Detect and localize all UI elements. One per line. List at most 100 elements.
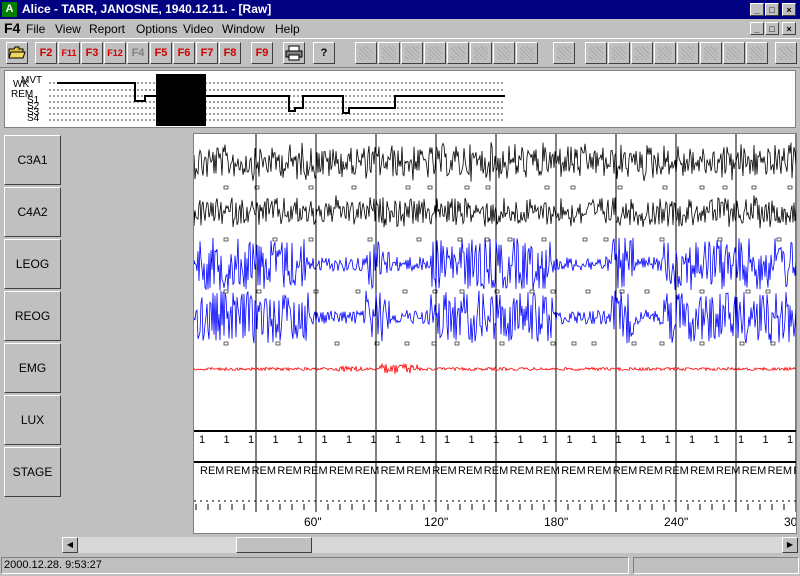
lux-value: 1	[493, 434, 499, 446]
minimize-icon[interactable]: _	[750, 3, 764, 16]
event-marker	[256, 289, 262, 294]
menu-file[interactable]: File	[26, 22, 45, 36]
toolbar-empty-button[interactable]	[355, 42, 377, 64]
toolbar-empty-button[interactable]	[746, 42, 768, 64]
toolbar-empty-button[interactable]	[470, 42, 492, 64]
f4-button[interactable]: F4	[127, 42, 149, 64]
signal-display[interactable]: 1 1 1 1 1 1 1 1 1 1 1 1 1 1 1 1 1 1 1 1 1 1 1 1 1 REM REM REM REM REM…	[193, 133, 797, 534]
lux-value: 1	[591, 434, 597, 446]
stage-value: REM	[690, 465, 714, 477]
scroll-right-icon[interactable]: ▶	[782, 537, 798, 553]
toolbar-empty-button[interactable]	[401, 42, 423, 64]
stage-value: REM	[535, 465, 559, 477]
menu-video[interactable]: Video	[183, 22, 213, 36]
stage-value: REM	[355, 465, 379, 477]
event-marker	[570, 185, 576, 190]
lux-value: 1	[199, 434, 205, 446]
event-marker	[427, 185, 433, 190]
open-button[interactable]	[6, 42, 28, 64]
time-label: 300"	[784, 515, 796, 529]
f9-button[interactable]: F9	[251, 42, 273, 64]
menu-report[interactable]: Report	[89, 22, 125, 36]
event-marker	[787, 185, 793, 190]
lux-value: 1	[738, 434, 744, 446]
stage-value: REM	[742, 465, 766, 477]
toolbar-empty-button[interactable]	[677, 42, 699, 64]
f3-button[interactable]: F3	[81, 42, 103, 64]
f12-button[interactable]: F12	[104, 42, 126, 64]
scroll-thumb[interactable]	[236, 537, 312, 553]
event-marker	[617, 185, 623, 190]
event-marker	[550, 289, 556, 294]
menu-f4-label[interactable]: F4	[4, 20, 20, 36]
stage-value: REM	[639, 465, 663, 477]
event-marker	[659, 237, 665, 242]
horizontal-scrollbar[interactable]: ◀ ▶	[62, 537, 798, 553]
toolbar-empty-button[interactable]	[424, 42, 446, 64]
toolbar-empty-button[interactable]	[723, 42, 745, 64]
lux-value: 1	[787, 434, 793, 446]
event-marker	[582, 237, 588, 242]
toolbar-empty-button[interactable]	[553, 42, 575, 64]
toolbar-empty-button[interactable]	[608, 42, 630, 64]
channel-stage-button[interactable]: STAGE	[4, 447, 61, 497]
window-title: Alice - TARR, JANOSNE, 1940.12.11. - [Ra…	[22, 2, 272, 16]
folder-open-icon	[8, 46, 26, 59]
app-icon[interactable]: A	[2, 2, 17, 17]
event-marker	[591, 341, 597, 346]
lux-value: 1	[616, 434, 622, 446]
toolbar-empty-button[interactable]	[447, 42, 469, 64]
child-restore-icon[interactable]: □	[765, 22, 779, 35]
event-marker	[223, 289, 229, 294]
f8-button[interactable]: F8	[219, 42, 241, 64]
trace-c4a2	[194, 195, 796, 229]
hypnogram-panel[interactable]: MVT WK REM S1 S2 S3 S4	[4, 70, 796, 128]
f2-button[interactable]: F2	[35, 42, 57, 64]
toolbar-empty-button[interactable]	[631, 42, 653, 64]
toolbar-empty-button[interactable]	[516, 42, 538, 64]
channel-emg-button[interactable]: EMG	[4, 343, 61, 393]
print-button[interactable]	[283, 42, 305, 64]
scroll-left-icon[interactable]: ◀	[62, 537, 78, 553]
channel-leog-button[interactable]: LEOG	[4, 239, 61, 289]
f6-button[interactable]: F6	[173, 42, 195, 64]
menu-window[interactable]: Window	[222, 22, 265, 36]
trace-reog	[194, 290, 796, 344]
toolbar-empty-button[interactable]	[775, 42, 797, 64]
trace-c3a1	[194, 142, 796, 182]
menu-view[interactable]: View	[55, 22, 81, 36]
close-icon[interactable]: ×	[782, 3, 796, 16]
event-marker	[485, 185, 491, 190]
lux-value: 1	[518, 434, 524, 446]
channel-lux-button[interactable]: LUX	[4, 395, 61, 445]
menu-help[interactable]: Help	[275, 22, 300, 36]
event-marker	[223, 237, 229, 242]
channel-c3a1-button[interactable]: C3A1	[4, 135, 61, 185]
f7-button[interactable]: F7	[196, 42, 218, 64]
toolbar-empty-button[interactable]	[654, 42, 676, 64]
toolbar-empty-button[interactable]	[585, 42, 607, 64]
event-marker	[745, 289, 751, 294]
toolbar-empty-button[interactable]	[378, 42, 400, 64]
lux-value: 1	[346, 434, 352, 446]
maximize-icon[interactable]: □	[765, 3, 779, 16]
toolbar: F2 F11 F3 F12 F4 F5 F6 F7 F8 F9 ?	[0, 38, 800, 68]
event-marker	[464, 185, 470, 190]
toolbar-empty-button[interactable]	[700, 42, 722, 64]
event-marker	[776, 237, 782, 242]
child-minimize-icon[interactable]: _	[750, 22, 764, 35]
channel-reog-button[interactable]: REOG	[4, 291, 61, 341]
lux-value: 1	[763, 434, 769, 446]
event-marker	[351, 185, 357, 190]
toolbar-empty-button[interactable]	[493, 42, 515, 64]
f5-button[interactable]: F5	[150, 42, 172, 64]
child-close-icon[interactable]: ×	[782, 22, 796, 35]
menu-options[interactable]: Options	[136, 22, 177, 36]
event-marker	[416, 237, 422, 242]
f11-button[interactable]: F11	[58, 42, 80, 64]
lux-value: 1	[714, 434, 720, 446]
lux-value: 1	[395, 434, 401, 446]
help-button[interactable]: ?	[313, 42, 335, 64]
channel-c4a2-button[interactable]: C4A2	[4, 187, 61, 237]
stage-value: REM	[484, 465, 508, 477]
